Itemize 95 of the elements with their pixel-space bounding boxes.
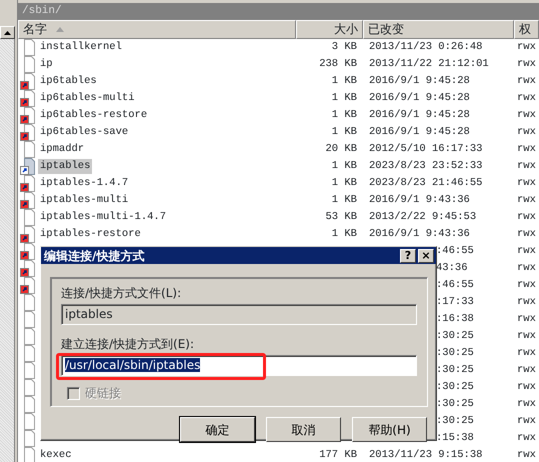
modified-date: 2016/9/1 9:45:28 [369, 108, 470, 121]
permissions: rwx [517, 126, 536, 138]
modified-date: :15:38 [436, 432, 474, 444]
file-size: 1 KB [332, 176, 357, 189]
dialog-button[interactable]: 帮助(H) [352, 417, 427, 442]
file-size: 1 KB [332, 160, 357, 172]
permissions: rwx [517, 40, 536, 53]
modified-date: :30:25 [436, 414, 474, 427]
modified-date: :30:25 [436, 330, 474, 342]
modified-date: :30:25 [436, 364, 474, 376]
text-field[interactable]: /usr/local/sbin/iptables [61, 355, 417, 376]
file-size: 238 KB [319, 58, 357, 70]
modified-date: 2013/2/22 9:45:53 [369, 210, 476, 223]
modified-date: 2013/11/23 0:26:48 [369, 40, 482, 53]
permissions: rwx [517, 142, 536, 155]
checkbox-label: 硬链接 [85, 385, 121, 402]
column-header[interactable]: 大小 [296, 20, 363, 39]
permissions: rwx [517, 194, 536, 206]
modified-date: 2016/9/1 9:45:28 [369, 126, 470, 138]
permissions: rwx [517, 380, 536, 393]
file-size: 3 KB [332, 40, 357, 53]
file-name[interactable]: ip6tables [38, 74, 99, 89]
permissions: rwx [517, 176, 536, 189]
permissions: rwx [517, 58, 536, 70]
file-size: 1 KB [332, 92, 357, 104]
permissions: rwx [517, 228, 536, 240]
permissions: rwx [517, 262, 536, 274]
modified-date: 2016/9/1 9:43:36 [369, 228, 470, 240]
field-label: 连接/快捷方式文件(L): [61, 286, 182, 300]
file-name[interactable]: installkernel [38, 40, 124, 55]
dialog-button[interactable]: 确定 [180, 417, 255, 442]
modified-date: 43:36 [436, 262, 468, 274]
permissions: rwx [517, 278, 536, 291]
modified-date: 2016/9/1 9:45:28 [369, 92, 470, 104]
permissions: rwx [517, 414, 536, 427]
text-field[interactable]: iptables [61, 304, 417, 325]
file-size: 1 KB [332, 126, 357, 138]
file-name[interactable]: iptables-restore [38, 227, 143, 242]
path-bar: /sbin/ [18, 3, 539, 20]
modified-date: 2016/9/1 9:43:36 [369, 194, 470, 206]
permissions: rwx [517, 74, 536, 87]
permissions: rwx [517, 92, 536, 104]
file-size: 177 KB [319, 448, 357, 461]
permissions: rwx [517, 330, 536, 342]
permissions: rwx [517, 432, 536, 444]
modified-date: 2013/11/23 9:15:38 [369, 448, 482, 461]
file-size: 1 KB [332, 194, 357, 206]
modified-date: 2012/5/10 16:17:33 [369, 142, 482, 155]
permissions: rwx [517, 398, 536, 410]
modified-date: :30:25 [436, 380, 474, 393]
modified-date: :30:25 [436, 398, 474, 410]
file-name[interactable]: ip6tables-restore [38, 108, 150, 123]
permissions: rwx [517, 210, 536, 223]
up-arrow-icon [4, 30, 11, 34]
file-name[interactable]: ip6tables-save [38, 125, 130, 140]
modified-date: 2023/8/23 21:46:55 [369, 176, 482, 189]
file-size: 53 KB [325, 210, 357, 223]
file-name[interactable]: ipmaddr [38, 142, 86, 157]
column-header[interactable]: 名字 [18, 20, 296, 39]
permissions: rwx [517, 312, 536, 325]
permissions: rwx [517, 244, 536, 257]
file-name[interactable]: iptables [38, 159, 92, 174]
permissions: rwx [517, 364, 536, 376]
file-size: 1 KB [332, 108, 357, 121]
permissions: rwx [517, 346, 536, 359]
dialog-title: 编辑连接/快捷方式 [44, 248, 146, 264]
modified-date: :30:25 [436, 346, 474, 359]
file-name[interactable]: ip [38, 57, 55, 72]
dialog-button[interactable]: 取消 [266, 417, 341, 442]
modified-date: :17:33 [436, 296, 474, 308]
file-size: 1 KB [332, 74, 357, 87]
modified-date: 2016/9/1 9:45:28 [369, 74, 470, 87]
permissions: rwx [517, 160, 536, 172]
close-button[interactable]: × [418, 248, 434, 262]
modified-date: 2023/8/23 23:52:33 [369, 160, 482, 172]
modified-date: :46:55 [436, 244, 474, 257]
permissions: rwx [517, 448, 536, 461]
file-name[interactable]: iptables-multi-1.4.7 [38, 210, 168, 225]
field-label: 建立连接/快捷方式到(E): [61, 337, 194, 351]
sort-arrow-icon [55, 26, 67, 34]
modified-date: 2013/11/22 21:12:01 [369, 58, 489, 70]
file-size: 20 KB [325, 142, 357, 155]
file-name[interactable]: kexec [38, 448, 74, 462]
column-header[interactable]: 已改变 [363, 20, 514, 39]
column-header[interactable]: 权 [514, 20, 539, 39]
permissions: rwx [517, 296, 536, 308]
file-name[interactable]: iptables-multi [38, 193, 130, 208]
file-size: 1 KB [332, 228, 357, 240]
file-name[interactable]: ip6tables-multi [38, 91, 137, 106]
help-button[interactable]: ? [400, 248, 416, 262]
modified-date: :16:38 [436, 312, 474, 325]
scroll-up-button[interactable] [0, 26, 15, 39]
file-name[interactable]: iptables-1.4.7 [38, 176, 130, 191]
permissions: rwx [517, 108, 536, 121]
modified-date: :46:55 [436, 278, 474, 291]
